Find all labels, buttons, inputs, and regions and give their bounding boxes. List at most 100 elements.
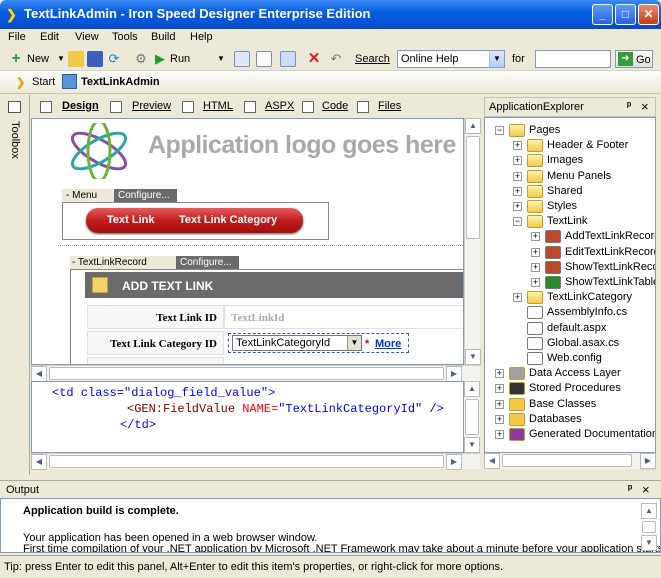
explorer-tree[interactable]: − Pages + Header & Footer + Images + Menu Panel… xyxy=(484,117,656,453)
category-select[interactable]: TextLinkCategoryId ▼ xyxy=(232,335,362,351)
design-vertical-scrollbar[interactable]: ▲ ▼ xyxy=(464,118,481,365)
new-dropdown-icon[interactable]: ▼ xyxy=(57,50,65,68)
new-button[interactable]: New xyxy=(27,50,49,68)
expand-icon[interactable]: + xyxy=(531,262,540,272)
tab-html[interactable]: HTML xyxy=(203,100,233,112)
scroll-left-icon[interactable]: ◀ xyxy=(31,366,47,382)
breadcrumb-current[interactable]: TextLinkAdmin xyxy=(81,76,160,88)
scroll-thumb[interactable] xyxy=(49,367,444,380)
delete-icon[interactable]: ✕ xyxy=(306,51,322,67)
refresh-icon[interactable]: ⟳ xyxy=(106,51,122,67)
expand-icon[interactable]: + xyxy=(531,232,540,242)
code-vertical-scrollbar[interactable]: ▲ ▼ xyxy=(464,381,480,453)
search-for-input[interactable] xyxy=(535,50,611,68)
expand-icon[interactable]: + xyxy=(513,186,522,196)
more-link[interactable]: More xyxy=(375,338,401,350)
expand-icon[interactable]: + xyxy=(513,171,522,181)
scroll-left-icon[interactable]: ◀ xyxy=(484,453,500,469)
scroll-thumb[interactable] xyxy=(502,454,632,467)
menu-file[interactable]: File xyxy=(8,31,26,43)
scroll-down-icon[interactable]: ▼ xyxy=(465,349,481,365)
output-panel[interactable]: Application build is complete. Your appl… xyxy=(0,498,661,553)
tree-node-styles[interactable]: + Styles xyxy=(485,199,655,214)
scroll-up-icon[interactable]: ▲ xyxy=(465,118,481,134)
expand-icon[interactable]: + xyxy=(495,430,504,439)
tab-files[interactable]: Files xyxy=(378,100,401,112)
toolbox-strip[interactable]: Toolbox xyxy=(0,95,30,475)
tree-node-images[interactable]: + Images xyxy=(485,153,655,168)
minimize-button[interactable]: _ xyxy=(592,4,613,25)
layout-icon[interactable] xyxy=(256,51,272,67)
tree-node-showtextlinktable[interactable]: + ShowTextLinkTable xyxy=(485,275,655,290)
menu-help[interactable]: Help xyxy=(190,31,213,43)
collapse-icon[interactable]: − xyxy=(495,126,504,135)
scroll-right-icon[interactable]: ▶ xyxy=(640,453,656,469)
code-editor[interactable]: <td class="dialog_field_value"> <GEN:Fie… xyxy=(31,381,464,453)
expand-icon[interactable]: + xyxy=(495,399,504,409)
scroll-right-icon[interactable]: ▶ xyxy=(446,454,462,470)
run-dropdown-icon[interactable]: ▼ xyxy=(217,50,225,68)
expand-icon[interactable]: + xyxy=(513,156,522,166)
tree-node-stored-procedures[interactable]: + Stored Procedures xyxy=(485,381,655,396)
scroll-thumb[interactable] xyxy=(49,455,444,468)
expand-icon[interactable]: + xyxy=(513,202,522,211)
tree-node-menu-panels[interactable]: + Menu Panels xyxy=(485,169,655,184)
maximize-button[interactable]: □ xyxy=(615,4,636,25)
scroll-thumb[interactable] xyxy=(465,399,479,435)
menu-configure-button[interactable]: Configure... xyxy=(114,189,177,202)
build-gear-icon[interactable]: ⚙ xyxy=(133,51,149,67)
menu-item-text-link[interactable]: Text Link xyxy=(107,214,154,226)
expand-icon[interactable]: + xyxy=(531,247,540,257)
collapse-icon[interactable]: − xyxy=(513,217,522,227)
tree-node-showtextlinkrecord[interactable]: + ShowTextLinkRecord xyxy=(485,260,655,275)
tree-node-assemblyinfo-cs[interactable]: AssemblyInfo.cs xyxy=(485,305,655,320)
go-button[interactable]: ➜ Go xyxy=(615,50,653,68)
scroll-down-icon[interactable]: ▼ xyxy=(641,535,657,551)
save-icon[interactable] xyxy=(87,51,103,67)
menu-build[interactable]: Build xyxy=(151,31,175,43)
scroll-down-icon[interactable]: ▼ xyxy=(464,437,480,453)
chevron-down-icon[interactable]: ▼ xyxy=(489,51,504,67)
tree-node-addtextlinkrecord[interactable]: + AddTextLinkRecord xyxy=(485,229,655,244)
tab-preview[interactable]: Preview xyxy=(132,100,171,112)
tree-node-edittextlinkrecord[interactable]: + EditTextLinkRecord xyxy=(485,245,655,260)
tree-node-databases[interactable]: + Databases xyxy=(485,412,655,427)
expand-icon[interactable]: + xyxy=(513,141,522,151)
output-close-icon[interactable]: × xyxy=(642,482,650,497)
scroll-left-icon[interactable]: ◀ xyxy=(31,454,47,470)
record-configure-button[interactable]: Configure... xyxy=(176,256,239,269)
menu-tools[interactable]: Tools xyxy=(112,31,138,43)
menu-item-text-link-category[interactable]: Text Link Category xyxy=(179,214,277,226)
tree-node-web-config[interactable]: Web.config xyxy=(485,351,655,366)
tree-node-global-asax-cs[interactable]: Global.asax.cs xyxy=(485,336,655,351)
expand-icon[interactable]: + xyxy=(531,278,540,287)
tree-node-data-access-layer[interactable]: + Data Access Layer xyxy=(485,366,655,381)
properties-icon[interactable] xyxy=(234,51,250,67)
tree-node-default-aspx[interactable]: default.aspx xyxy=(485,321,655,336)
explorer-horizontal-scrollbar[interactable]: ◀ ▶ xyxy=(484,453,656,469)
tree-node-generated-documentation[interactable]: + Generated Documentation xyxy=(485,427,655,442)
tree-node-header-footer[interactable]: + Header & Footer xyxy=(485,138,655,153)
scroll-up-icon[interactable]: ▲ xyxy=(464,381,480,397)
close-button[interactable]: ✕ xyxy=(638,4,659,25)
tab-design[interactable]: Design xyxy=(62,100,99,112)
code-horizontal-scrollbar[interactable]: ◀ ▶ xyxy=(31,453,480,470)
scroll-right-icon[interactable]: ▶ xyxy=(446,366,462,382)
scroll-up-icon[interactable]: ▲ xyxy=(641,503,657,519)
explorer-close-icon[interactable]: × xyxy=(641,99,649,114)
chevron-down-icon[interactable]: ▼ xyxy=(347,336,361,350)
tree-node-base-classes[interactable]: + Base Classes xyxy=(485,397,655,412)
tree-node-shared[interactable]: + Shared xyxy=(485,184,655,199)
breadcrumb-start[interactable]: Start xyxy=(32,76,55,88)
expand-icon[interactable]: + xyxy=(495,414,504,424)
panel-icon[interactable] xyxy=(280,51,296,67)
field-value-text-link-id[interactable]: TextLinkId xyxy=(224,305,463,329)
search-scope-select[interactable]: Online Help ▼ xyxy=(397,50,505,68)
tab-code[interactable]: Code xyxy=(322,100,348,112)
scroll-thumb[interactable] xyxy=(466,136,480,239)
expand-icon[interactable]: + xyxy=(495,384,504,394)
scroll-thumb[interactable] xyxy=(642,521,656,533)
tree-node-textlinkcategory[interactable]: + TextLinkCategory xyxy=(485,290,655,305)
menu-edit[interactable]: Edit xyxy=(40,31,59,43)
tab-aspx[interactable]: ASPX xyxy=(265,100,294,112)
